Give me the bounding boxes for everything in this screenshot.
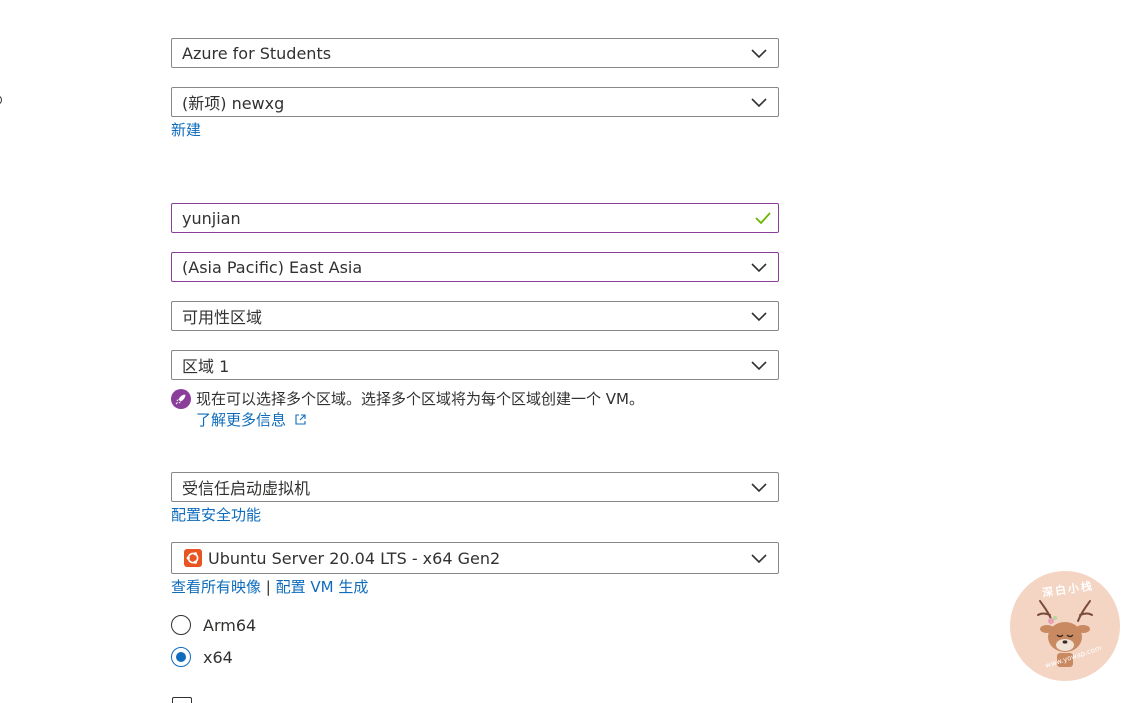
resource-group-value: (新项) newxg xyxy=(182,94,285,113)
chevron-down-icon xyxy=(751,483,767,493)
region-value: (Asia Pacific) East Asia xyxy=(182,257,363,277)
configure-vm-generation-link[interactable]: 配置 VM 生成 xyxy=(276,578,369,596)
learn-more-link-label: 了解更多信息 xyxy=(196,411,287,429)
checkmark-icon xyxy=(755,212,771,225)
subscription-value: Azure for Students xyxy=(182,43,332,63)
availability-options-value: 可用性区域 xyxy=(182,308,263,327)
checkbox[interactable] xyxy=(172,697,192,703)
architecture-option-label: Arm64 xyxy=(203,615,257,635)
radio-arm64[interactable] xyxy=(171,615,191,635)
security-type-dropdown[interactable]: 受信任启动虚拟机 xyxy=(171,472,779,502)
chevron-down-icon xyxy=(751,361,767,371)
subscription-dropdown[interactable]: Azure for Students xyxy=(171,38,779,68)
image-links: 查看所有映像 | 配置 VM 生成 xyxy=(171,576,368,597)
availability-options-dropdown[interactable]: 可用性区域 xyxy=(171,301,779,331)
vm-name-input[interactable]: yunjian xyxy=(171,203,779,233)
chevron-down-icon xyxy=(751,98,767,108)
watermark-logo: 深白小栈 www.yowap.com xyxy=(1010,571,1120,681)
rocket-icon xyxy=(171,388,191,409)
chevron-down-icon xyxy=(751,312,767,322)
availability-zone-dropdown[interactable]: 区域 1 xyxy=(171,350,779,380)
availability-zone-value: 区域 1 xyxy=(182,357,230,376)
architecture-option-x64[interactable]: x64 xyxy=(171,647,233,667)
chevron-down-icon xyxy=(751,554,767,564)
configure-security-link[interactable]: 配置安全功能 xyxy=(171,504,261,525)
see-all-images-link[interactable]: 查看所有映像 xyxy=(171,578,261,596)
image-dropdown[interactable]: Ubuntu Server 20.04 LTS - x64 Gen2 xyxy=(171,542,779,574)
learn-more-link[interactable]: 了解更多信息 xyxy=(196,409,307,430)
architecture-option-arm64[interactable]: Arm64 xyxy=(171,615,256,635)
chevron-down-icon xyxy=(751,49,767,59)
external-link-icon xyxy=(295,414,306,425)
resource-group-dropdown[interactable]: (新项) newxg xyxy=(171,87,779,117)
vm-name-value: yunjian xyxy=(182,208,241,228)
create-vm-form: Azure for Students (新项) newxg 新建 yunjian… xyxy=(0,0,1135,703)
link-separator: | xyxy=(265,578,271,596)
availability-zone-info: 现在可以选择多个区域。选择多个区域将为每个区域创建一个 VM。 xyxy=(171,388,644,409)
ubuntu-logo-icon xyxy=(184,549,202,567)
chevron-down-icon xyxy=(751,263,767,273)
create-new-resource-group-link[interactable]: 新建 xyxy=(171,119,201,140)
image-value: Ubuntu Server 20.04 LTS - x64 Gen2 xyxy=(208,548,501,568)
region-dropdown[interactable]: (Asia Pacific) East Asia xyxy=(171,252,779,282)
architecture-option-label: x64 xyxy=(203,647,233,667)
radio-x64[interactable] xyxy=(171,647,191,667)
info-icon xyxy=(0,96,2,104)
security-type-value: 受信任启动虚拟机 xyxy=(182,479,311,498)
availability-zone-info-text: 现在可以选择多个区域。选择多个区域将为每个区域创建一个 VM。 xyxy=(196,390,644,408)
